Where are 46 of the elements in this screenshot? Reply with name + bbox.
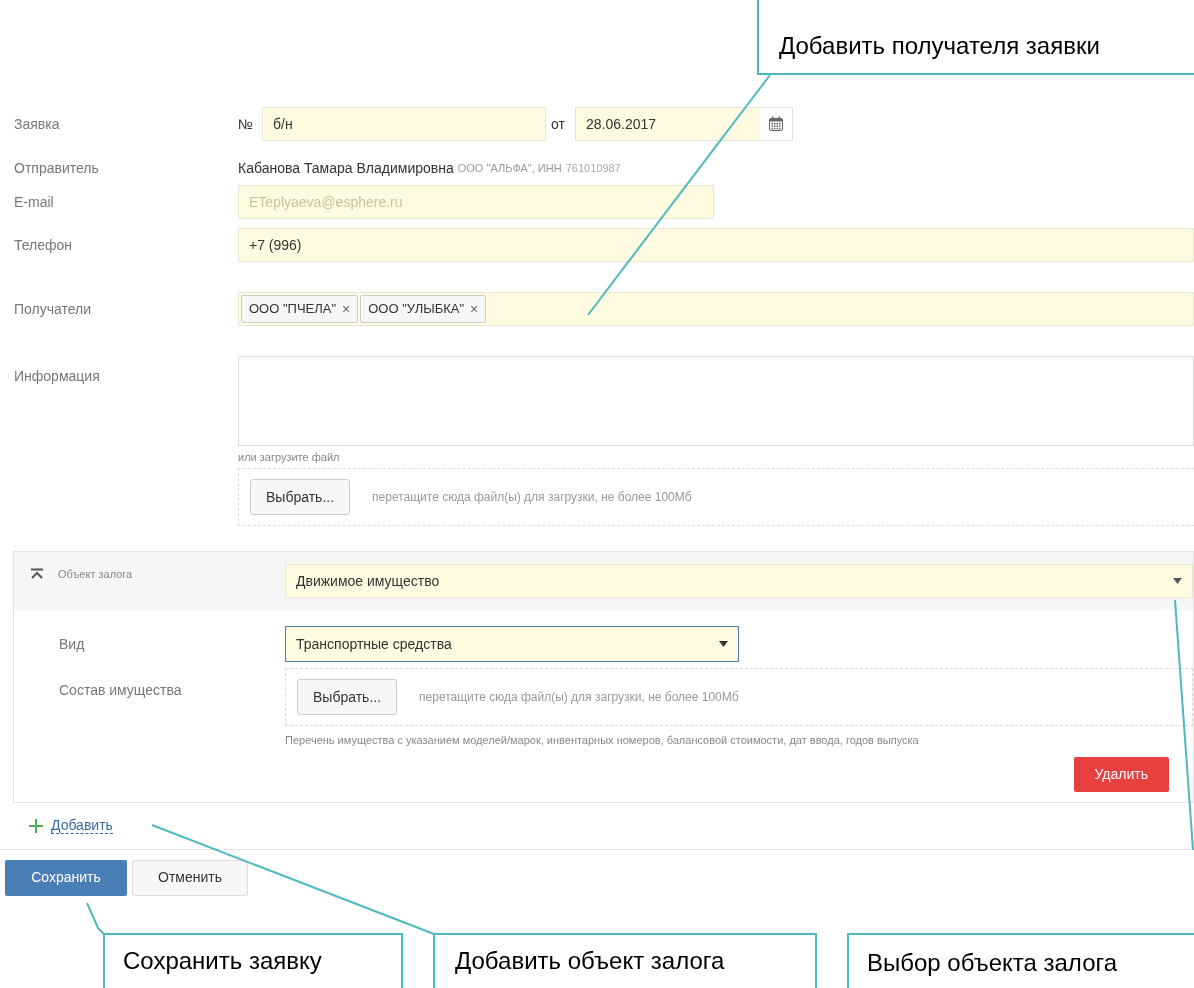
file-drop-zone[interactable]: Выбрать... перетащите сюда файл(ы) для загрузки, не более 100Мб (285, 668, 1193, 726)
calendar-icon[interactable] (768, 116, 784, 132)
number-sign: № (238, 114, 255, 134)
field-label: Вид (59, 636, 85, 652)
plus-icon[interactable] (29, 818, 43, 833)
field-label: Отправитель (14, 159, 99, 176)
number-field[interactable]: б/н (262, 107, 546, 141)
callout-box: Выбор объекта залога (847, 933, 1194, 988)
callout-box: Добавить объект залога (433, 933, 817, 988)
field-label: Информация (14, 368, 100, 384)
delete-button[interactable]: Удалить (1073, 756, 1169, 792)
date-prefix: от (550, 114, 566, 134)
choose-file-button[interactable]: Выбрать... (250, 479, 351, 515)
field-label: Заявка (14, 115, 60, 132)
recipients-field[interactable]: ООО "ПЧЕЛА" × ООО "УЛЫБКА" × (238, 292, 1194, 326)
sender-name: Кабанова Тамара Владимировна (238, 158, 454, 178)
drop-hint: перетащите сюда файл(ы) для загрузки, не более 100Мб (419, 689, 739, 706)
add-link[interactable]: Добавить (51, 817, 113, 834)
date-field[interactable]: 28.06.2017 (575, 107, 793, 141)
collapse-icon[interactable] (30, 568, 44, 581)
sender-inn: 761010987 (565, 160, 621, 176)
field-label: Получатели (14, 300, 92, 317)
callout-box: Сохранить заявку (103, 933, 403, 988)
remove-tag-icon[interactable]: × (470, 298, 479, 320)
remove-tag-icon[interactable]: × (342, 298, 351, 320)
dropdown-icon (1173, 578, 1182, 584)
drop-hint: перетащите сюда файл(ы) для загрузки, не более 100Мб (372, 489, 692, 506)
leader-line (86, 902, 105, 935)
field-label: Телефон (14, 236, 73, 253)
recipient-tag: ООО "ПЧЕЛА" × (241, 295, 359, 323)
dropdown-icon (719, 641, 728, 647)
recipient-tag: ООО "УЛЫБКА" × (360, 295, 487, 323)
collateral-label: Объект залога (58, 567, 133, 582)
cancel-button[interactable]: Отменить (132, 859, 248, 896)
callout-box: Добавить получателя заявки (757, 0, 1194, 75)
field-label: Состав имущества (59, 682, 182, 698)
file-drop-zone[interactable]: Выбрать... перетащите сюда файл(ы) для загрузки, не более 100Мб (238, 468, 1194, 526)
collateral-select[interactable]: Движимое имущество (285, 564, 1193, 598)
choose-file-button[interactable]: Выбрать... (297, 679, 398, 715)
phone-field[interactable]: +7 (996) (238, 228, 1194, 262)
composition-note: Перечень имущества с указанием моделей/марок, инвентарных номеров, балансовой стоимости, дат ввода, годов выпуска (285, 733, 920, 748)
kind-select[interactable]: Транспортные средства (285, 626, 739, 662)
sender-organization: ООО "АЛЬФА", ИНН (457, 160, 562, 176)
save-button[interactable]: Сохранить (5, 859, 127, 896)
field-label: E-mail (14, 193, 54, 210)
upload-hint: или загрузите файл (238, 450, 341, 464)
